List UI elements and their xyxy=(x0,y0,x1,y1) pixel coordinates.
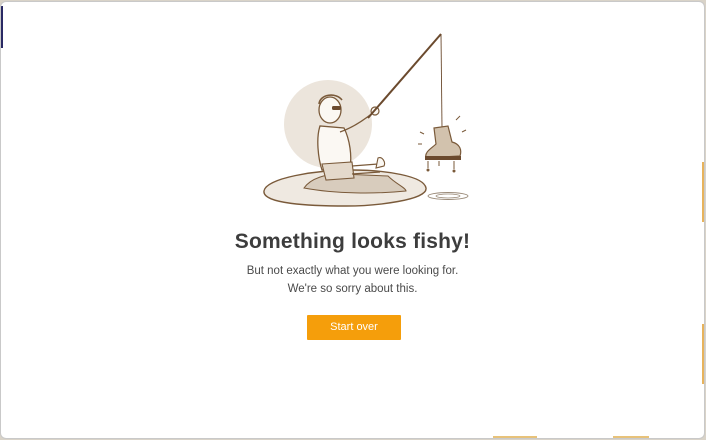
subtitle-line-2: We're so sorry about this. xyxy=(287,283,418,295)
start-over-button[interactable]: Start over xyxy=(307,315,401,340)
window-edge-accent xyxy=(702,324,704,384)
window-edge-accent xyxy=(702,162,704,222)
window-edge-accent xyxy=(1,6,3,48)
subtitle-line-1: But not exactly what you were looking fo… xyxy=(246,265,459,277)
window-edge-accent xyxy=(613,436,649,438)
fisherman-catching-boot-icon xyxy=(263,33,469,207)
window-edge-accent xyxy=(493,436,537,438)
page-title: Something looks fishy! xyxy=(234,230,471,253)
error-window: Something looks fishy! But not exactly w… xyxy=(1,2,704,438)
